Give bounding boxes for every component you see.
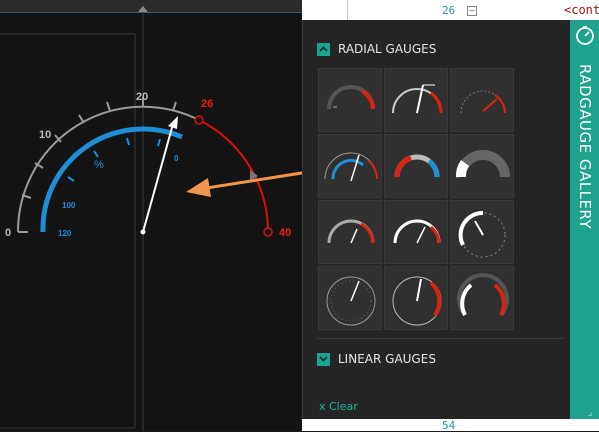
gauge-thumbnail[interactable]	[384, 68, 448, 132]
gauge-icon	[576, 26, 594, 45]
outer-tick-label: 20	[136, 91, 148, 103]
code-snippet[interactable]: <cont	[564, 3, 599, 17]
outer-tick-label: 10	[39, 129, 51, 141]
radgauge-gallery-tab[interactable]: RADGAUGE GALLERY	[570, 20, 599, 419]
gauge-thumbnail[interactable]	[384, 134, 448, 198]
code-editor-bottom: 54	[302, 419, 599, 432]
line-number: 54	[442, 419, 456, 432]
gauge-gallery-panel: RADIAL GAUGES LINEAR GAUGES x Clear	[302, 20, 571, 419]
clear-button[interactable]: x Clear	[319, 400, 358, 413]
gauge-thumbnail[interactable]	[318, 68, 382, 132]
outer-tick-labels: 0 10 20	[5, 91, 148, 239]
inner-scale-arc	[40, 126, 183, 233]
collapse-icon[interactable]: −	[467, 6, 477, 16]
radial-gauges-title: RADIAL GAUGES	[338, 42, 437, 56]
linear-gauges-title: LINEAR GAUGES	[338, 352, 436, 366]
gauge-needle	[142, 123, 174, 233]
radial-gauge-thumbnails	[318, 68, 514, 330]
design-canvas[interactable]: 0 10 20 26 40 120 100 0 %	[0, 0, 302, 431]
gauge-thumbnail[interactable]	[450, 200, 514, 264]
linear-gauges-header[interactable]: LINEAR GAUGES	[317, 352, 436, 366]
red-range-end-handle	[263, 227, 273, 237]
gauge-thumbnail[interactable]	[450, 266, 514, 330]
gauge-unit-label: %	[94, 159, 104, 171]
gauge-thumbnail[interactable]	[318, 134, 382, 198]
outer-tick-label: 0	[5, 227, 11, 239]
gauge-thumbnail[interactable]	[384, 200, 448, 264]
code-editor-strip: 26 − <cont	[302, 0, 599, 22]
radial-gauge[interactable]: 0 10 20 26 40 120 100 0 %	[0, 0, 302, 431]
radial-gauges-header[interactable]: RADIAL GAUGES	[317, 42, 436, 56]
gauge-thumbnail[interactable]	[450, 68, 514, 132]
gauge-thumbnail[interactable]	[318, 266, 382, 330]
inner-tick-label: 100	[62, 201, 76, 210]
inner-tick-label: 0	[174, 154, 179, 163]
gauge-thumbnail[interactable]	[318, 200, 382, 264]
editor-separator	[347, 0, 348, 22]
gallery-tab-label-container: RADGAUGE GALLERY	[572, 64, 598, 304]
chevron-down-icon[interactable]	[317, 352, 330, 366]
annotation-arrow-head-icon	[186, 178, 211, 197]
resize-grip-icon[interactable]: ⌟	[588, 408, 592, 418]
red-range-end-label: 40	[279, 227, 291, 239]
section-divider	[317, 338, 565, 339]
gallery-tab-label: RADGAUGE GALLERY	[576, 64, 594, 230]
chevron-up-icon[interactable]	[317, 42, 330, 56]
line-number: 26	[442, 4, 456, 17]
inner-tick-label: 120	[58, 229, 72, 238]
needle-pivot	[140, 229, 146, 235]
red-range-start-handle	[194, 115, 204, 125]
gauge-thumbnail[interactable]	[450, 134, 514, 198]
red-range-start-label: 26	[201, 98, 213, 110]
needle-tip-icon	[168, 116, 178, 129]
gauge-thumbnail[interactable]	[384, 266, 448, 330]
